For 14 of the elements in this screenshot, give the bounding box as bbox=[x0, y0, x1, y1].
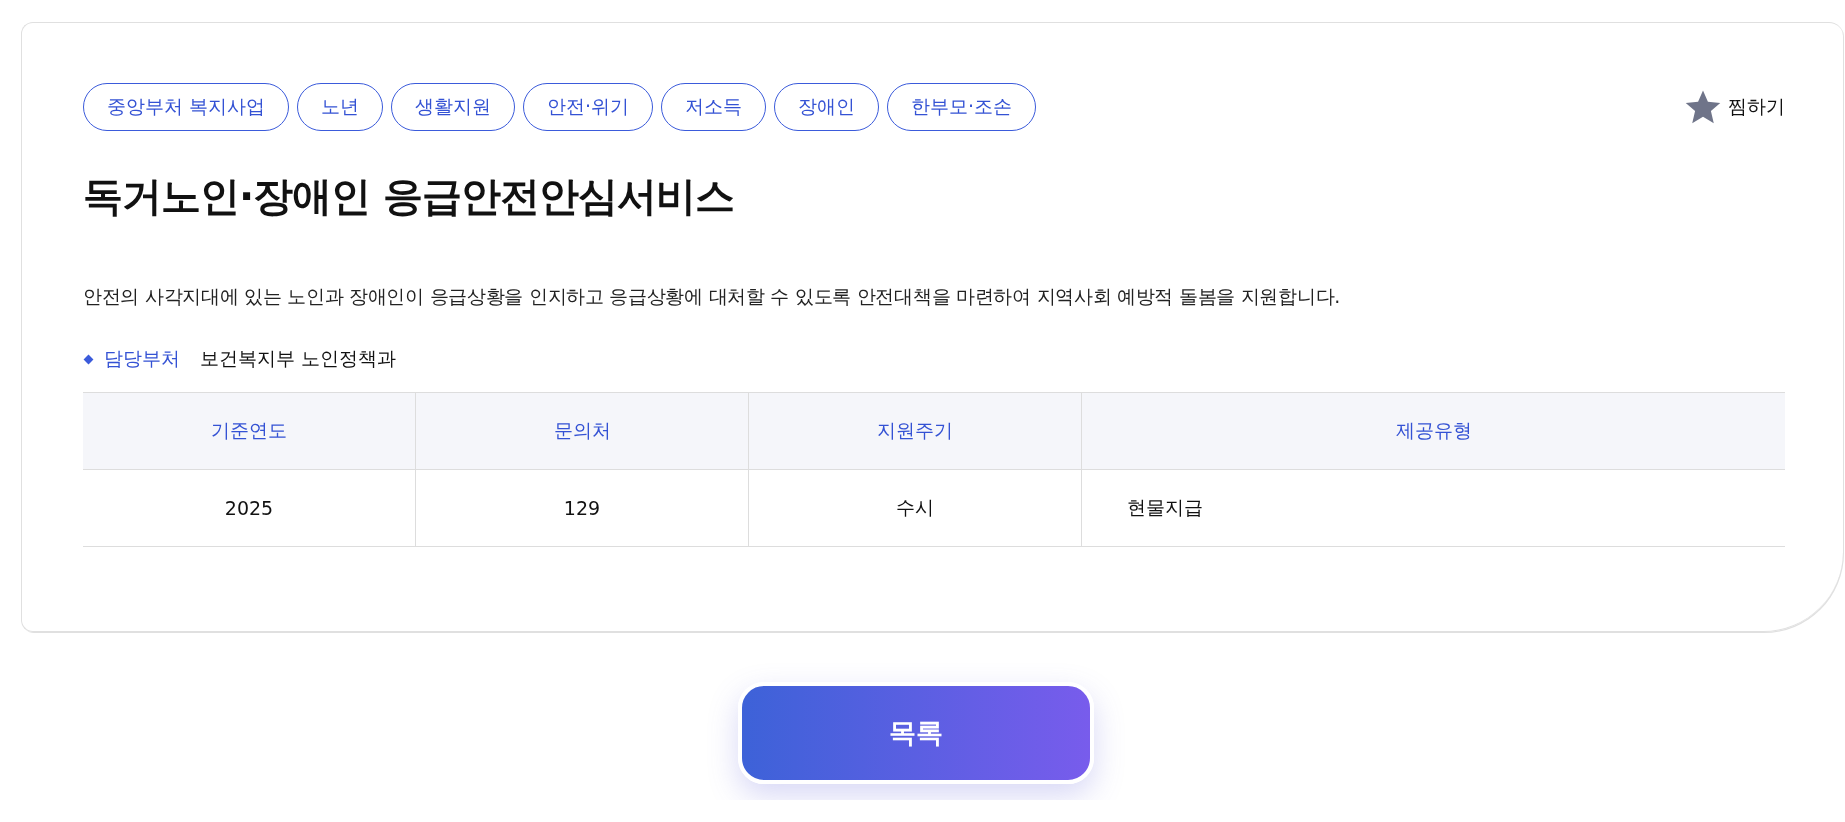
department-value: 보건복지부 노인정책과 bbox=[200, 346, 397, 371]
service-description: 안전의 사각지대에 있는 노인과 장애인이 응급상황을 인지하고 응급상황에 대처할 수 있도록 안전대책을 마련하여 지역사회 예방적 돌봄을 지원합니다. bbox=[83, 284, 1341, 309]
column-header: 지원주기 bbox=[748, 392, 1082, 470]
column-header: 기준연도 bbox=[83, 392, 416, 470]
table-cell: 129 bbox=[415, 469, 749, 547]
table-cell: 현물지급 bbox=[1081, 469, 1785, 547]
department-label: 담당부처 bbox=[104, 346, 180, 371]
table-cell: 수시 bbox=[748, 469, 1082, 547]
favorite-button[interactable]: 찜하기 bbox=[1684, 88, 1785, 126]
column-header: 문의처 bbox=[415, 392, 749, 470]
table-cell: 2025 bbox=[83, 469, 416, 547]
column-header: 제공유형 bbox=[1081, 392, 1785, 470]
diamond-bullet-icon bbox=[83, 354, 94, 364]
service-title: 독거노인·장애인 응급안전안심서비스 bbox=[83, 172, 736, 221]
